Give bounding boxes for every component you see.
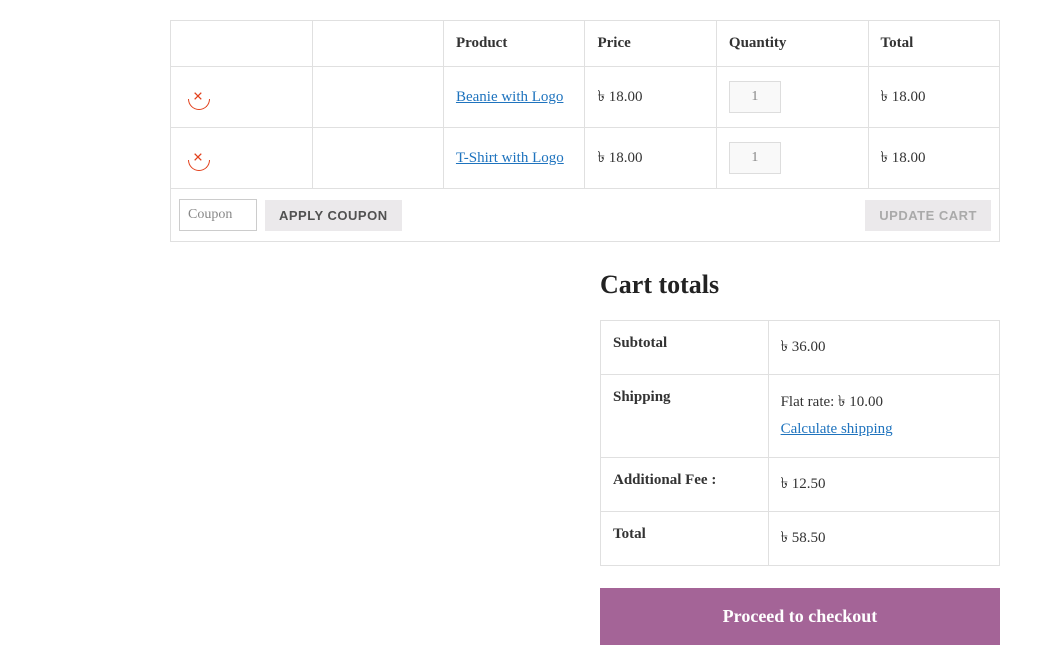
product-link[interactable]: T-Shirt with Logo: [456, 150, 564, 166]
remove-item-button[interactable]: ×: [187, 86, 209, 108]
total-label: Total: [601, 512, 769, 566]
item-total: ৳ 18.00: [868, 67, 999, 128]
proceed-to-checkout-button[interactable]: Proceed to checkout: [600, 588, 1000, 645]
item-total: ৳ 18.00: [868, 128, 999, 189]
calculate-shipping-link[interactable]: Calculate shipping: [781, 421, 893, 437]
quantity-input[interactable]: [729, 81, 781, 113]
subtotal-label: Subtotal: [601, 321, 769, 375]
item-price: ৳ 18.00: [585, 128, 716, 189]
cart-totals-heading: Cart totals: [600, 270, 1000, 300]
update-cart-button[interactable]: UPDATE CART: [865, 200, 991, 231]
cart-row: × Beanie with Logo ৳ 18.00 ৳ 18.00: [171, 67, 1000, 128]
coupon-input[interactable]: [179, 199, 257, 231]
subtotal-value: ৳ 36.00: [768, 321, 999, 375]
quantity-input[interactable]: [729, 142, 781, 174]
header-price: Price: [585, 21, 716, 67]
additional-fee-label: Additional Fee :: [601, 458, 769, 512]
header-quantity: Quantity: [716, 21, 868, 67]
cart-totals-section: Cart totals Subtotal ৳ 36.00 Shipping Fl…: [600, 270, 1000, 645]
shipping-flat-rate: Flat rate: ৳ 10.00: [781, 394, 883, 410]
total-value: ৳ 58.50: [768, 512, 999, 566]
product-thumbnail[interactable]: [312, 128, 443, 189]
product-thumbnail[interactable]: [312, 67, 443, 128]
product-link[interactable]: Beanie with Logo: [456, 89, 563, 105]
cart-table: Product Price Quantity Total × Beanie wi…: [170, 20, 1000, 242]
remove-item-button[interactable]: ×: [187, 147, 209, 169]
cart-actions-row: APPLY COUPON UPDATE CART: [171, 189, 1000, 242]
cart-row: × T-Shirt with Logo ৳ 18.00 ৳ 18.00: [171, 128, 1000, 189]
header-product: Product: [443, 21, 585, 67]
cart-totals-table: Subtotal ৳ 36.00 Shipping Flat rate: ৳ 1…: [600, 320, 1000, 566]
additional-fee-value: ৳ 12.50: [768, 458, 999, 512]
item-price: ৳ 18.00: [585, 67, 716, 128]
header-total: Total: [868, 21, 999, 67]
shipping-label: Shipping: [601, 375, 769, 458]
header-thumbnail: [312, 21, 443, 67]
apply-coupon-button[interactable]: APPLY COUPON: [265, 200, 402, 231]
header-remove: [171, 21, 313, 67]
